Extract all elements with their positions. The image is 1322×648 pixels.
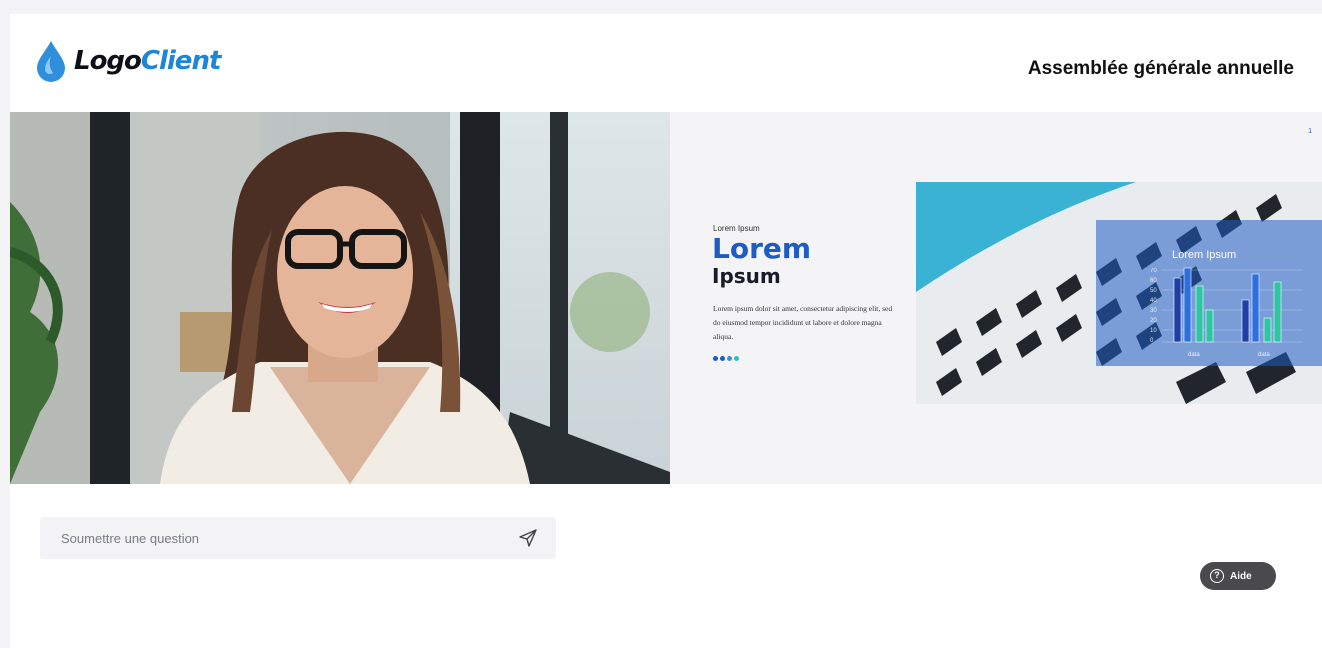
presentation-slide: 1 Lorem Ipsum Lorem Ipsum Lorem ipsum do… xyxy=(670,112,1322,484)
building-chart-ytick: 50 xyxy=(1150,288,1157,294)
water-drop-icon xyxy=(37,41,65,82)
slide-building-image: Lorem Ipsum 70 60 50 40 30 20 10 0 data … xyxy=(916,182,1322,404)
building-chart-ytick: 20 xyxy=(1150,318,1157,324)
slide-dots xyxy=(713,356,739,361)
question-placeholder[interactable]: Soumettre une question xyxy=(61,531,199,546)
logo-text-part1: Logo xyxy=(74,46,142,76)
building-chart-ytick: 70 xyxy=(1150,268,1157,274)
event-title: Assemblée générale annuelle xyxy=(1027,58,1294,79)
slide-dot xyxy=(713,356,718,361)
building-chart-ytick: 10 xyxy=(1150,328,1157,334)
building-chart-graphic: Lorem Ipsum 70 60 50 40 30 20 10 0 data … xyxy=(916,182,1322,404)
speaker-video-frame xyxy=(10,112,670,484)
page: LogoClient Assemblée générale annuelle 1… xyxy=(10,14,1322,648)
building-chart-ytick: 40 xyxy=(1150,298,1157,304)
slide-headline-1: Lorem xyxy=(712,232,812,265)
question-input[interactable]: Soumettre une question xyxy=(40,517,556,559)
building-chart-xlabel: data xyxy=(1188,352,1200,358)
building-chart-xlabel: data xyxy=(1258,352,1270,358)
logo-text: LogoClient xyxy=(74,46,221,76)
slide-body-text: Lorem ipsum dolor sit amet, consectetur … xyxy=(713,304,893,341)
slide-dot xyxy=(727,356,732,361)
speaker-video xyxy=(10,112,670,484)
slide-dot xyxy=(720,356,725,361)
client-logo: LogoClient xyxy=(36,38,221,84)
slide-dot xyxy=(734,356,739,361)
building-chart-ytick: 30 xyxy=(1150,308,1157,314)
logo-text-part2: Client xyxy=(140,46,221,76)
question-icon: ? xyxy=(1210,569,1224,583)
building-chart-title: Lorem Ipsum xyxy=(1172,249,1236,261)
send-icon[interactable] xyxy=(518,528,538,548)
slide-headline-2: Ipsum xyxy=(712,264,781,288)
building-chart-ytick: 60 xyxy=(1150,278,1157,284)
slide-page-number: 1 xyxy=(1308,128,1312,135)
help-button[interactable]: ? Aide xyxy=(1200,562,1276,590)
help-label: Aide xyxy=(1230,570,1252,582)
